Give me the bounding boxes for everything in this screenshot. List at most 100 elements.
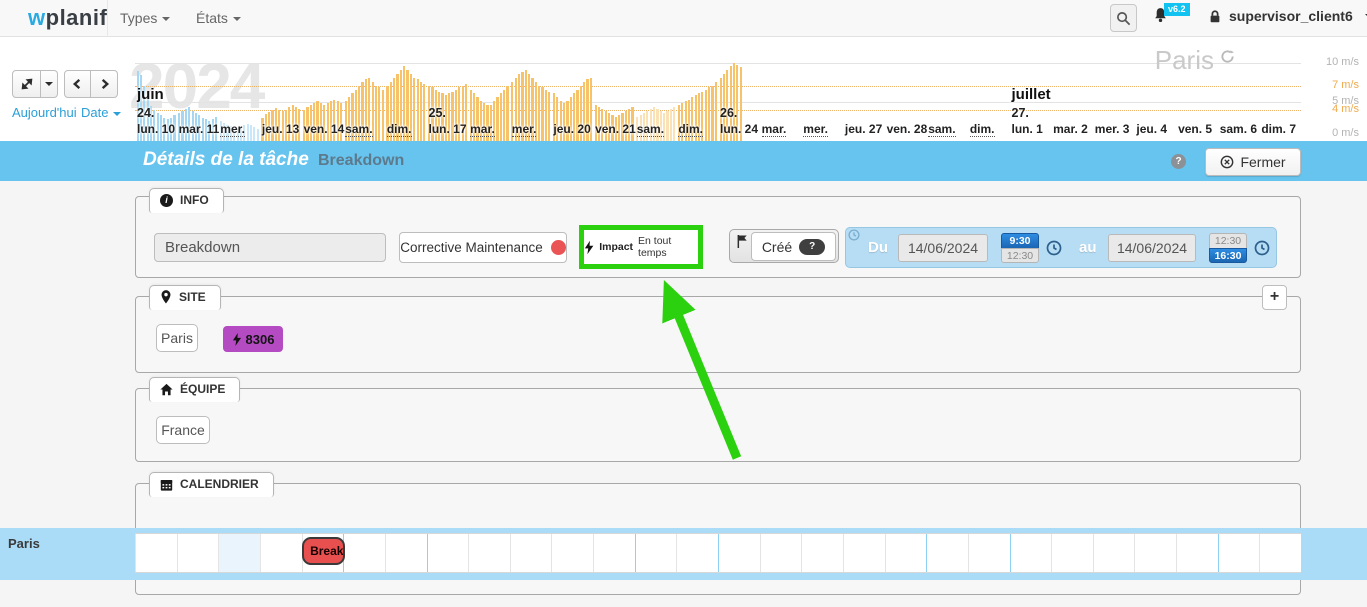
- day-label: mar.: [762, 122, 787, 137]
- calendar-cell[interactable]: [343, 534, 385, 572]
- help-icon[interactable]: ?: [1171, 154, 1186, 169]
- today-link[interactable]: Aujourd'hui: [12, 105, 77, 120]
- add-site-button[interactable]: +: [1262, 285, 1287, 310]
- impact-button-highlighted[interactable]: Impact En tout temps: [579, 225, 703, 269]
- time-option[interactable]: 12:30: [1001, 248, 1039, 264]
- time-option[interactable]: 9:30: [1001, 233, 1039, 249]
- calendar-cell[interactable]: [1093, 534, 1135, 572]
- zoom-dropdown-button[interactable]: [41, 70, 58, 98]
- site-tab[interactable]: SITE: [149, 285, 221, 310]
- impact-value: En tout temps: [638, 235, 698, 259]
- calendar-cell[interactable]: [635, 534, 677, 572]
- calendar-cell[interactable]: [885, 534, 927, 572]
- site-tag-paris[interactable]: Paris: [156, 324, 198, 352]
- wind-bar: [538, 86, 540, 141]
- zoom-range-button[interactable]: [12, 70, 41, 98]
- info-tab[interactable]: iINFO: [149, 188, 224, 213]
- to-label: au: [1079, 239, 1097, 256]
- from-label: Du: [868, 239, 888, 256]
- task-details-bar: Détails de la tâche Breakdown ? Fermer: [0, 141, 1367, 181]
- menu-etats-label: États: [196, 10, 228, 26]
- status-button[interactable]: Créé ?: [751, 232, 836, 261]
- task-name: Breakdown: [318, 152, 404, 170]
- end-time-clock-icon[interactable]: [1254, 240, 1270, 256]
- date-link[interactable]: Date: [81, 105, 121, 120]
- next-button[interactable]: [91, 70, 118, 98]
- wind-bar: [413, 78, 415, 141]
- scale-label: 4 m/s: [1332, 103, 1359, 115]
- close-button[interactable]: Fermer: [1205, 148, 1301, 176]
- calendar-cell[interactable]: [1134, 534, 1176, 572]
- wind-bar: [382, 90, 384, 141]
- calendar-cell[interactable]: [427, 534, 469, 572]
- day-label: mer.: [220, 122, 245, 137]
- flag-icon: [736, 234, 749, 249]
- task-name-input[interactable]: [154, 233, 386, 262]
- calendar-tab[interactable]: CALENDRIER: [149, 472, 274, 497]
- calendar-cell[interactable]: [676, 534, 718, 572]
- calendar-cell[interactable]: [177, 534, 219, 572]
- day-label: ven. 28: [887, 122, 928, 136]
- calendar-cell[interactable]: [843, 534, 885, 572]
- start-time-options: 9:3012:30: [1001, 233, 1039, 264]
- day-label: mar.: [470, 122, 495, 137]
- calendar-cell[interactable]: [718, 534, 760, 572]
- menu-types[interactable]: Types: [120, 10, 170, 26]
- calendar-cell[interactable]: [551, 534, 593, 572]
- calendar-cell[interactable]: [135, 534, 177, 572]
- refresh-icon: [1220, 49, 1235, 64]
- calendar-cell[interactable]: [760, 534, 802, 572]
- previous-button[interactable]: [64, 70, 91, 98]
- user-menu[interactable]: supervisor_client6: [1208, 8, 1367, 24]
- username: supervisor_client6: [1229, 8, 1353, 24]
- menu-etats[interactable]: États: [196, 10, 241, 26]
- info-panel: iINFO Corrective Maintenance Impact En t…: [135, 196, 1301, 278]
- calendar-cell[interactable]: [1176, 534, 1218, 572]
- calendar-cell[interactable]: [468, 534, 510, 572]
- start-time-clock-icon[interactable]: [1046, 240, 1062, 256]
- team-tag-france[interactable]: France: [156, 416, 210, 444]
- status-help-badge[interactable]: ?: [799, 239, 825, 255]
- info-icon: i: [160, 194, 173, 207]
- calendar-cell[interactable]: [801, 534, 843, 572]
- day-label: mer. 3: [1095, 122, 1130, 136]
- calendar-cell[interactable]: [1010, 534, 1052, 572]
- calendar-cell[interactable]: [1259, 534, 1301, 572]
- week-number: 24.: [137, 106, 154, 120]
- day-label: mer.: [512, 122, 537, 137]
- task-chip[interactable]: Break: [302, 537, 345, 565]
- calendar-cell[interactable]: [1051, 534, 1093, 572]
- week-number: 27.: [1012, 106, 1029, 120]
- end-date-field[interactable]: [1108, 234, 1196, 262]
- calendar-cell[interactable]: [1218, 534, 1260, 572]
- task-type-button[interactable]: Corrective Maintenance: [399, 232, 567, 263]
- day-label: sam.: [928, 122, 955, 137]
- station-name: Paris: [1155, 45, 1214, 76]
- calendar-cell[interactable]: [926, 534, 968, 572]
- calendar-cell[interactable]: [218, 534, 260, 572]
- wind-forecast-chart[interactable]: 2024 juinjuillet 24.25.26.27. lun. 10mar…: [135, 37, 1301, 141]
- calendar-cell[interactable]: [510, 534, 552, 572]
- app-root: wplanif Types États v6.2 supervisor_clie…: [0, 0, 1367, 607]
- chevron-left-icon: [72, 78, 83, 90]
- calendar-grid[interactable]: Break: [135, 533, 1301, 573]
- nav-divider: [107, 0, 108, 37]
- calendar-cell[interactable]: [593, 534, 635, 572]
- time-option[interactable]: 12:30: [1209, 233, 1247, 249]
- wind-bar: [673, 107, 675, 141]
- wind-bar: [423, 84, 425, 141]
- asset-tag[interactable]: 8306: [223, 326, 283, 352]
- wplanif-logo[interactable]: wplanif: [28, 5, 107, 31]
- version-badge: v6.2: [1164, 3, 1190, 16]
- calendar-cell[interactable]: [385, 534, 427, 572]
- station-refresh[interactable]: Paris: [1155, 45, 1235, 76]
- search-button[interactable]: [1110, 4, 1137, 32]
- day-label: jeu. 20: [553, 122, 590, 136]
- start-date-field[interactable]: [898, 234, 988, 262]
- month-label: juillet: [1012, 86, 1051, 103]
- calendar-cell[interactable]: [260, 534, 302, 572]
- notifications-button[interactable]: v6.2: [1152, 6, 1192, 32]
- calendar-cell[interactable]: [968, 534, 1010, 572]
- time-option[interactable]: 16:30: [1209, 248, 1247, 264]
- team-tab[interactable]: ÉQUIPE: [149, 377, 240, 402]
